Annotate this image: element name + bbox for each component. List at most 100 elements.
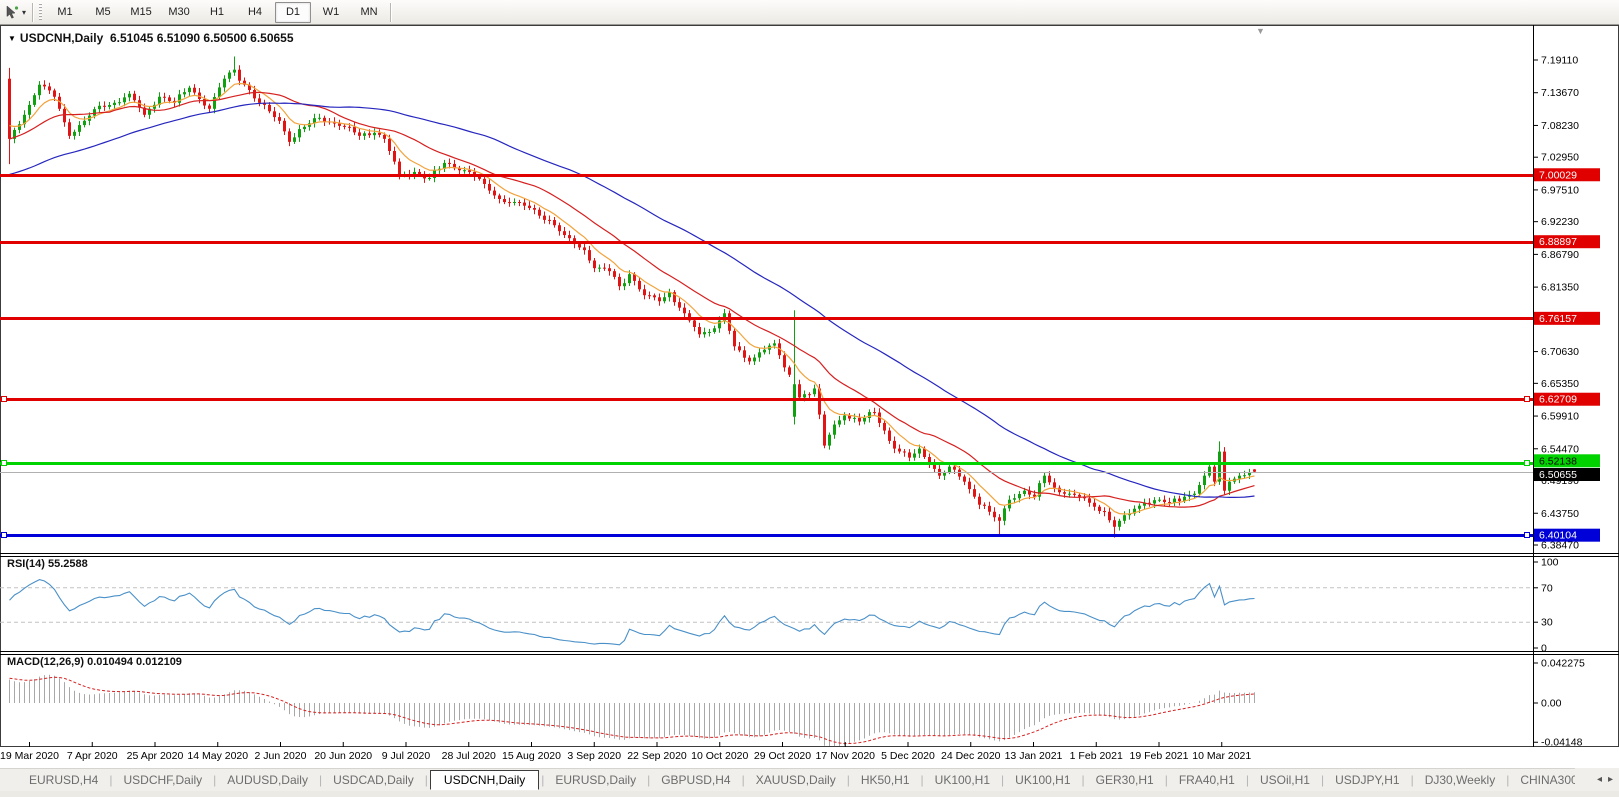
candle [1213,466,1216,482]
timeframe-button-m30[interactable]: M30 [161,2,197,23]
candle [783,355,786,368]
candle [683,307,686,314]
chart-tab-usdcad-daily[interactable]: USDCAD,Daily [322,771,425,789]
collapse-triangle-icon[interactable]: ▼ [8,34,16,43]
date-label: 14 May 2020 [187,750,249,762]
candle [183,92,186,95]
candle [513,202,516,204]
chart-tab-usdjpy-h1[interactable]: USDJPY,H1 [1324,771,1410,789]
candle [1003,508,1006,521]
date-label: 9 Jul 2020 [381,750,431,762]
candle [748,357,751,362]
candle [628,274,631,284]
candle [998,517,1001,521]
chevron-down-icon[interactable]: ▾ [22,8,26,17]
line-handle[interactable] [1524,396,1530,402]
candlesticks[interactable] [8,56,1256,538]
chart-tab-uk100-h1[interactable]: UK100,H1 [924,771,1001,789]
chart-tab-eurusd-h4[interactable]: EURUSD,H4 [18,771,109,789]
candle [448,162,451,164]
chart-tab-uk100-h1[interactable]: UK100,H1 [1004,771,1081,789]
toolbar-grip-handle[interactable] [38,3,44,21]
timeframe-button-mn[interactable]: MN [351,2,387,23]
candle [1098,506,1101,512]
chart-tab-ger30-h1[interactable]: GER30,H1 [1085,771,1165,789]
candle [378,132,381,135]
chart-tab-xauusd-daily[interactable]: XAUUSD,Daily [745,771,847,789]
chart-tab-usdchf-daily[interactable]: USDCHF,Daily [112,771,213,789]
chart-shift-marker-icon[interactable]: ▼ [1256,26,1265,36]
chart-tab-usoil-h1[interactable]: USOil,H1 [1249,771,1321,789]
svg-text:7.02950: 7.02950 [1541,152,1579,164]
candle [1123,515,1126,521]
chart-tab-gbpusd-h4[interactable]: GBPUSD,H4 [650,771,741,789]
timeframe-button-h1[interactable]: H1 [199,2,235,23]
line-handle[interactable] [1,460,7,466]
timeframe-button-m15[interactable]: M15 [123,2,159,23]
candle [1103,511,1106,513]
candle [1238,475,1241,479]
date-axis[interactable]: 19 Mar 2020 7 Apr 2020 25 Apr 2020 14 May 2… [0,747,1619,768]
date-label: 19 Mar 2020 [0,750,59,762]
candle [828,434,831,446]
ohlc-open: 6.51045 [109,31,154,45]
candle [678,302,681,308]
candle [738,346,741,351]
timeframe-button-h4[interactable]: H4 [237,2,273,23]
line-handle[interactable] [1524,460,1530,466]
candle [73,131,76,136]
svg-text:70: 70 [1541,582,1553,594]
ohlc-low: 6.50500 [203,31,247,45]
chart-tab-dj30-weekly[interactable]: DJ30,Weekly [1414,771,1506,789]
candle [1068,493,1071,495]
date-label: 10 Mar 2021 [1192,750,1252,762]
svg-text:6.50655: 6.50655 [1539,469,1577,481]
timeframe-button-m1[interactable]: M1 [47,2,83,23]
candle [368,133,371,136]
candle [123,97,126,103]
candle [393,151,396,162]
tab-scroll-controls: ◂ ▸ [1575,768,1619,791]
chart-tab-usdcnh-daily[interactable]: USDCNH,Daily [429,770,540,790]
tab-scroll-left-icon[interactable]: ◂ [1597,774,1602,785]
candle [1113,520,1116,527]
chart-tab-fra40-h1[interactable]: FRA40,H1 [1168,771,1246,789]
line-handle[interactable] [1,532,7,538]
candle [1108,511,1111,521]
chart-tab-eurusd-daily[interactable]: EURUSD,Daily [544,771,647,789]
candle [38,84,41,96]
cursor-tool-icon [4,4,20,20]
macd-histogram [9,674,1255,746]
timeframe-button-w1[interactable]: W1 [313,2,349,23]
chart-title: ▼ USDCNH,Daily 6.51045 6.51090 6.50500 6.… [8,31,294,45]
toolbar-divider [390,2,392,22]
candle [1063,492,1066,494]
date-label: 2 Jun 2020 [254,750,307,762]
tab-scroll-right-icon[interactable]: ▸ [1608,774,1613,785]
price-chart-canvas[interactable]: 7.19110 7.13670 7.08230 7.02950 6.97510 6.922… [0,25,1619,747]
line-handle[interactable] [1524,532,1530,538]
svg-text:6.88897: 6.88897 [1539,236,1577,248]
candle [598,267,601,269]
chart-tab-audusd-daily[interactable]: AUDUSD,Daily [216,771,319,789]
candle [508,202,511,204]
candle [988,505,991,512]
candle [953,466,956,470]
cursor-tool-button[interactable]: ▾ [0,0,30,24]
candle [638,280,641,290]
line-handle[interactable] [1,396,7,402]
timeframe-button-m5[interactable]: M5 [85,2,121,23]
candle [563,231,566,236]
candle [228,72,231,79]
chart-tab-hk50-h1[interactable]: HK50,H1 [850,771,921,789]
svg-text:6.40104: 6.40104 [1539,530,1577,542]
price-axis[interactable]: 7.19110 7.13670 7.08230 7.02950 6.97510 6.922… [1533,55,1600,552]
timeframe-button-d1[interactable]: D1 [275,1,312,23]
horizontal-level-lines[interactable] [0,174,1533,538]
candle [1248,472,1251,476]
candle [533,208,536,210]
svg-text:6.92230: 6.92230 [1541,216,1579,228]
candle [888,430,891,441]
candle [113,102,116,106]
svg-text:30: 30 [1541,617,1553,629]
